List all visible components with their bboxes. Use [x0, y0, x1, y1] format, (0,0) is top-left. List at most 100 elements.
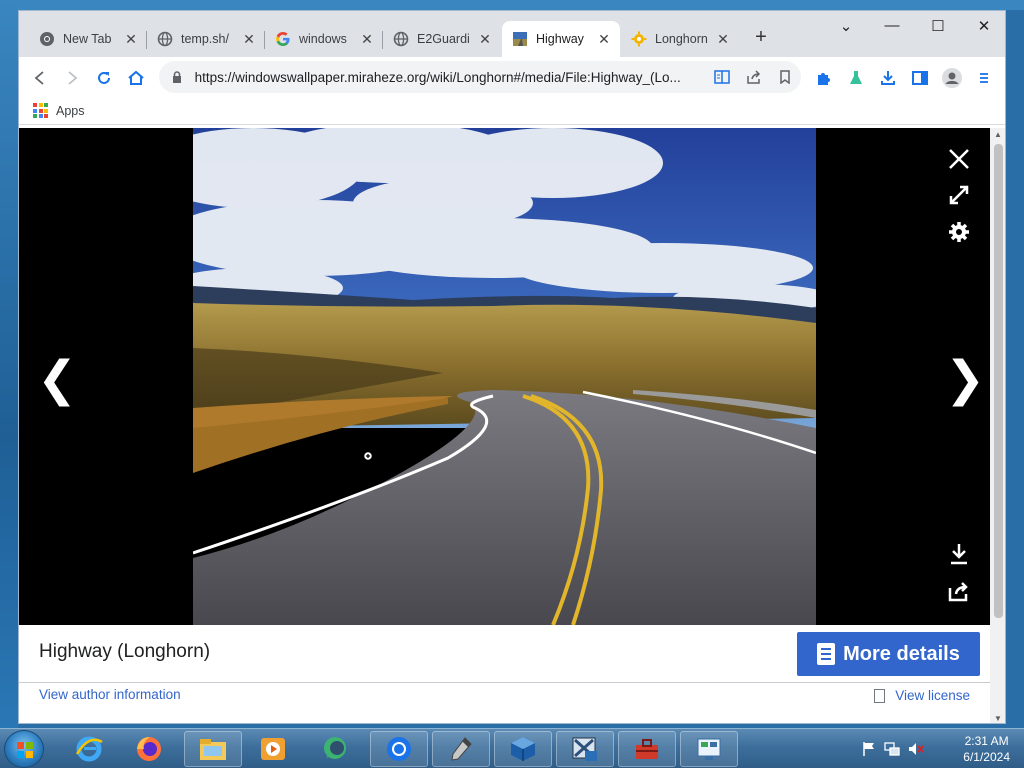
windows-logo-icon	[17, 742, 33, 758]
side-panel-button[interactable]	[907, 65, 933, 91]
volume-muted-icon[interactable]	[908, 741, 924, 762]
flask-extension-button[interactable]	[843, 65, 869, 91]
gear-favicon	[631, 31, 647, 47]
internet-explorer-taskbar-icon[interactable]	[60, 731, 118, 767]
home-button[interactable]	[123, 65, 149, 91]
expand-icon	[949, 185, 969, 205]
gear-icon	[949, 222, 969, 242]
forward-button[interactable]	[59, 65, 85, 91]
explorer-taskbar-icon[interactable]	[184, 731, 242, 767]
close-tab-icon[interactable]: ✕	[713, 31, 733, 48]
tab-e2guardian[interactable]: E2Guardi ✕	[383, 21, 501, 57]
close-tab-icon[interactable]: ✕	[121, 31, 141, 48]
scroll-up-arrow-icon[interactable]: ▲	[994, 130, 1002, 139]
reload-button[interactable]	[91, 65, 117, 91]
view-license-link[interactable]: View license	[874, 688, 970, 703]
tab-label: E2Guardi	[417, 32, 470, 46]
download-icon	[951, 544, 967, 565]
tab-label: New Tab	[63, 32, 112, 46]
firefox-taskbar-icon[interactable]	[120, 731, 178, 767]
clock[interactable]: 2:31 AM 6/1/2024	[963, 733, 1010, 765]
taskbar: 2:31 AM 6/1/2024	[0, 728, 1024, 768]
bookmark-star-icon[interactable]	[769, 70, 801, 84]
address-bar[interactable]: https://windowswallpaper.miraheze.org/wi…	[159, 61, 801, 93]
scrollbar-thumb[interactable]	[994, 144, 1003, 618]
close-tab-icon[interactable]: ✕	[239, 31, 259, 48]
forward-icon	[68, 71, 78, 85]
google-icon	[275, 31, 291, 47]
close-icon	[949, 149, 969, 169]
network-tool-taskbar-icon[interactable]	[556, 731, 614, 767]
extensions-button[interactable]	[811, 65, 837, 91]
more-details-label: More details	[843, 642, 960, 665]
view-author-link[interactable]: View author information	[39, 687, 181, 702]
tab-windows-search[interactable]: windows ✕	[265, 21, 383, 57]
chrome-taskbar-icon[interactable]	[370, 731, 428, 767]
document-icon	[817, 643, 836, 665]
tab-highway[interactable]: Highway ✕	[502, 21, 620, 57]
lock-icon[interactable]	[159, 71, 195, 83]
share-image-button[interactable]	[946, 579, 972, 605]
chat-app-taskbar-icon[interactable]	[306, 731, 364, 767]
url-text[interactable]: https://windowswallpaper.miraheze.org/wi…	[195, 70, 707, 85]
download-image-button[interactable]	[946, 541, 972, 567]
close-tab-icon[interactable]: ✕	[357, 31, 377, 48]
profile-button[interactable]	[939, 65, 965, 91]
share-icon[interactable]	[738, 70, 770, 84]
network-icon[interactable]	[884, 741, 900, 762]
minimize-button[interactable]: —	[869, 17, 915, 34]
close-tab-icon[interactable]: ✕	[475, 31, 495, 48]
desktop-background-left	[0, 0, 18, 728]
tab-search-button[interactable]: ⌄	[823, 17, 869, 35]
zoom-in-cursor-icon	[362, 450, 378, 471]
close-window-button[interactable]: ✕	[961, 17, 1005, 35]
page-scrollbar[interactable]: ▲ ▼	[990, 128, 1005, 723]
tab-longhorn[interactable]: Longhorn ✕	[621, 21, 739, 57]
home-icon	[128, 70, 144, 85]
close-viewer-button[interactable]	[946, 146, 972, 172]
close-tab-icon[interactable]: ✕	[594, 31, 614, 48]
fullscreen-button[interactable]	[946, 182, 972, 208]
maximize-button[interactable]: ☐	[915, 17, 961, 35]
start-button[interactable]	[4, 730, 44, 768]
view-license-label: View license	[895, 688, 970, 703]
download-icon	[881, 71, 895, 85]
side-panel-icon	[912, 71, 928, 85]
clock-date: 6/1/2024	[963, 750, 1010, 764]
apps-bookmark[interactable]: Apps	[56, 104, 85, 118]
media-player-taskbar-icon[interactable]	[244, 731, 302, 767]
bookmarks-bar: Apps	[19, 97, 1005, 125]
settings-button[interactable]	[946, 219, 972, 245]
avatar-icon	[942, 68, 962, 88]
puzzle-icon	[818, 73, 830, 85]
more-details-button[interactable]: More details	[797, 632, 980, 676]
tab-label: windows	[299, 32, 347, 46]
tab-label: Highway	[536, 32, 584, 46]
license-icon	[874, 688, 886, 703]
chrome-icon	[39, 31, 55, 47]
tab-new-tab[interactable]: New Tab ✕	[29, 21, 147, 57]
globe-icon	[393, 31, 409, 47]
apps-grid-icon[interactable]	[33, 103, 48, 118]
share-icon	[948, 582, 968, 602]
toolbox-taskbar-icon[interactable]	[618, 731, 676, 767]
back-button[interactable]	[27, 65, 53, 91]
tab-strip: New Tab ✕ temp.sh/ ✕ windows ✕ E2Guardi …	[19, 11, 1005, 57]
reader-mode-icon[interactable]	[706, 70, 738, 84]
scroll-down-arrow-icon[interactable]: ▼	[994, 714, 1002, 723]
previous-image-button[interactable]: ❮	[37, 356, 77, 404]
highway-photo[interactable]	[193, 128, 816, 625]
tab-label: temp.sh/	[181, 32, 229, 46]
browser-toolbar: https://windowswallpaper.miraheze.org/wi…	[19, 57, 1005, 97]
control-panel-taskbar-icon[interactable]	[680, 731, 738, 767]
new-tab-button[interactable]: +	[749, 27, 773, 47]
flag-icon[interactable]	[862, 741, 876, 762]
tab-label: Longhorn	[655, 32, 708, 46]
downloads-button[interactable]	[875, 65, 901, 91]
media-info-panel: Highway (Longhorn) More details View aut…	[19, 625, 990, 723]
menu-button[interactable]	[971, 65, 997, 91]
virtualbox-taskbar-icon[interactable]	[494, 731, 552, 767]
tab-temp-sh[interactable]: temp.sh/ ✕	[147, 21, 265, 57]
pen-tool-taskbar-icon[interactable]	[432, 731, 490, 767]
next-image-button[interactable]: ❯	[945, 356, 985, 404]
